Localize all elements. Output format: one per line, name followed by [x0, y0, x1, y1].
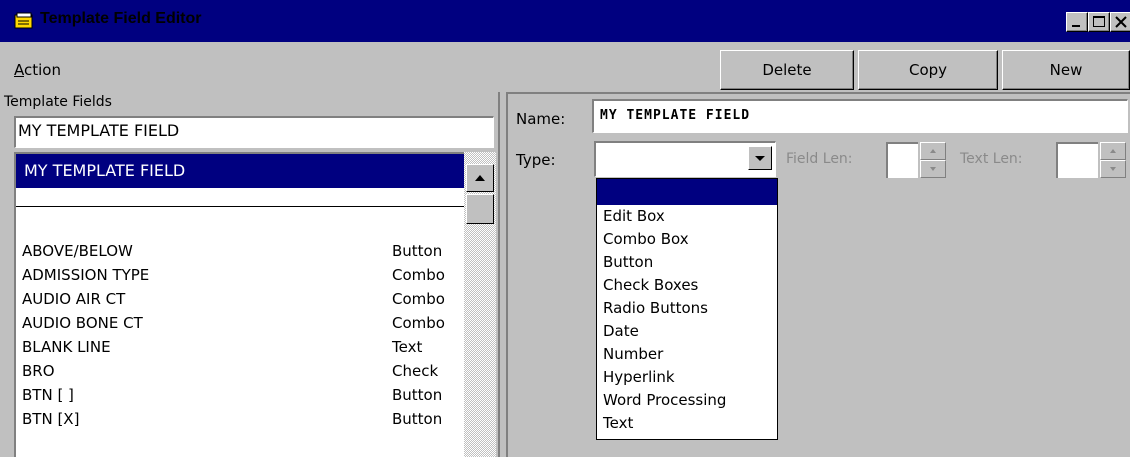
copy-button[interactable]: Copy [858, 50, 998, 90]
list-item-type: Combo [392, 290, 445, 308]
name-label: Name: [516, 110, 566, 128]
scroll-thumb[interactable] [466, 194, 494, 224]
spin-down-button[interactable] [920, 160, 946, 178]
dropdown-option[interactable]: Combo Box [603, 230, 689, 248]
template-fields-list[interactable]: MY TEMPLATE FIELD ABOVE/BELOW Button ADM… [14, 152, 496, 457]
list-item[interactable]: ADMISSION TYPE Combo [16, 264, 464, 288]
dropdown-option[interactable]: Text [603, 414, 633, 432]
window-title: Template Field Editor [40, 10, 202, 27]
type-dropdown-list[interactable]: Edit Box Combo Box Button Check Boxes Ra… [596, 178, 778, 440]
text-len-label: Text Len: [960, 151, 1023, 167]
list-item-name: BRO [22, 362, 55, 380]
spin-up-button[interactable] [920, 142, 946, 160]
scroll-up-button[interactable] [466, 164, 494, 192]
menu-action-accesskey: A [14, 61, 24, 79]
close-icon [1115, 16, 1127, 28]
type-label: Type: [516, 151, 556, 169]
arrow-down-icon [1110, 167, 1116, 171]
template-fields-label: Template Fields [4, 94, 112, 110]
dropdown-option[interactable]: Date [603, 322, 639, 340]
list-item-type: Combo [392, 266, 445, 284]
list-item[interactable]: BLANK LINE Text [16, 336, 464, 360]
list-item-type: Button [392, 410, 443, 428]
list-item-name: ADMISSION TYPE [22, 266, 150, 284]
field-len-label: Field Len: [786, 151, 853, 167]
list-item-name: AUDIO BONE CT [22, 314, 143, 332]
dropdown-option[interactable]: Radio Buttons [603, 299, 708, 317]
dropdown-option[interactable]: Number [603, 345, 663, 363]
list-item-name: BTN [X] [22, 410, 80, 428]
dropdown-option[interactable]: Hyperlink [603, 368, 675, 386]
chevron-down-icon [755, 156, 765, 161]
field-len-input[interactable] [886, 142, 918, 178]
arrow-down-icon [930, 167, 936, 171]
list-item-name: AUDIO AIR CT [22, 290, 126, 308]
list-item[interactable]: BTN [ ] Button [16, 384, 464, 408]
text-len-spinner[interactable] [1100, 142, 1126, 178]
dropdown-option-blank-highlighted[interactable] [597, 179, 777, 205]
arrow-up-icon [930, 149, 936, 153]
field-len-spinner[interactable] [920, 142, 946, 178]
list-item[interactable]: AUDIO AIR CT Combo [16, 288, 464, 312]
maximize-icon [1093, 16, 1105, 27]
menu-action[interactable]: Action [14, 61, 61, 79]
minimize-button[interactable] [1066, 12, 1088, 32]
list-item-name: BTN [ ] [22, 386, 74, 404]
list-divider [16, 206, 464, 207]
list-item-name: ABOVE/BELOW [22, 242, 133, 260]
close-button[interactable] [1110, 12, 1130, 32]
list-item-type: Text [392, 338, 423, 356]
app-icon [14, 12, 33, 29]
dropdown-option[interactable]: Check Boxes [603, 276, 698, 294]
delete-button[interactable]: Delete [720, 50, 854, 90]
list-item[interactable]: BTN [X] Button [16, 408, 464, 432]
new-button[interactable]: New [1002, 50, 1130, 90]
menu-action-label: ction [24, 61, 61, 79]
list-item[interactable]: ABOVE/BELOW Button [16, 240, 464, 264]
list-item-type: Button [392, 386, 443, 404]
type-dropdown-button[interactable] [748, 146, 772, 170]
list-item[interactable]: AUDIO BONE CT Combo [16, 312, 464, 336]
dropdown-option[interactable]: Edit Box [603, 207, 665, 225]
name-input[interactable]: MY TEMPLATE FIELD [592, 99, 1128, 133]
minimize-icon [1072, 25, 1080, 27]
spin-down-button[interactable] [1100, 160, 1126, 178]
list-item-type: Check [392, 362, 439, 380]
list-item-type: Button [392, 242, 443, 260]
template-field-filter-input[interactable]: MY TEMPLATE FIELD [14, 116, 494, 148]
arrow-up-icon [475, 175, 485, 181]
list-item-name: BLANK LINE [22, 338, 111, 356]
list-item-type: Combo [392, 314, 445, 332]
dropdown-option[interactable]: Button [603, 253, 653, 271]
maximize-button[interactable] [1088, 12, 1110, 32]
list-item-selected[interactable]: MY TEMPLATE FIELD [16, 154, 464, 188]
text-len-input[interactable] [1056, 142, 1098, 178]
list-item[interactable]: BRO Check [16, 360, 464, 384]
arrow-up-icon [1110, 149, 1116, 153]
spin-up-button[interactable] [1100, 142, 1126, 160]
dropdown-option[interactable]: Word Processing [603, 391, 726, 409]
